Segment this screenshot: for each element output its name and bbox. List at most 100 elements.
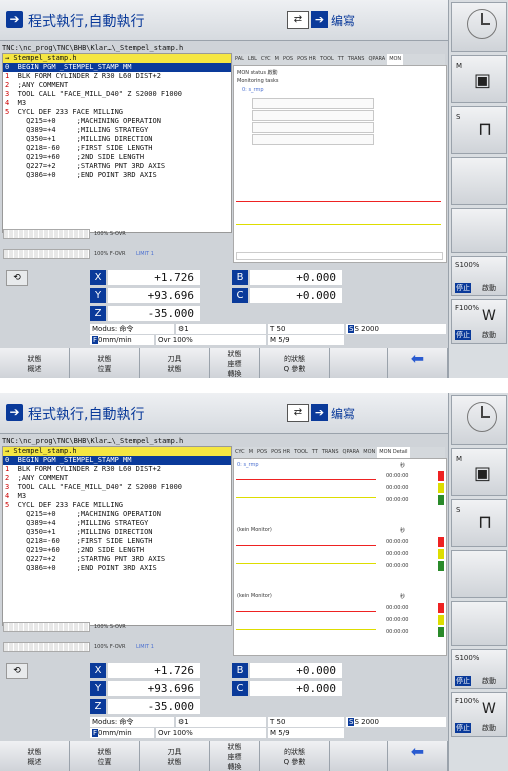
program-line[interactable]: Q218=-60 ;FIRST SIDE LENGTH [3,144,231,153]
softkey-back[interactable]: ⬅ [388,741,448,771]
tab-pos[interactable]: POS [281,54,295,65]
s-button[interactable]: S ⊓ [451,499,507,547]
program-line[interactable]: 1 BLK FORM CYLINDER Z R30 L60 DIST+2 [3,465,231,474]
program-line[interactable]: 0 BEGIN PGM _STEMPEL_STAMP MM [3,456,231,465]
program-line[interactable]: 1 BLK FORM CYLINDER Z R30 L60 DIST+2 [3,72,231,81]
indicator-green [438,561,444,571]
program-line[interactable]: Q219=+60 ;2ND SIDE LENGTH [3,546,231,555]
edit-arrow-icon[interactable]: ➔ [311,404,328,421]
program-line[interactable]: Q386=+0 ;END POINT 3RD AXIS [3,564,231,573]
reset-icon[interactable]: ⟲ [6,270,28,286]
program-line[interactable]: Q215=+0 ;MACHINING OPERATION [3,510,231,519]
program-line[interactable]: Q350=+1 ;MILLING DIRECTION [3,135,231,144]
program-line[interactable]: Q215=+0 ;MACHINING OPERATION [3,117,231,126]
program-line[interactable]: → Stempel_stamp.h [3,447,231,456]
softkey-coord-transform[interactable]: 狀態 座標 轉換 [210,348,260,378]
mode-arrow-icon[interactable]: ➔ [6,11,23,28]
side-button-empty[interactable] [451,550,507,598]
softkey-coord-transform[interactable]: 狀態 座標 轉換 [210,741,260,771]
tab-pal[interactable]: PAL [233,54,246,65]
softkey-empty[interactable] [330,741,388,771]
indicator-green [438,627,444,637]
program-line[interactable]: 5 CYCL DEF 233 FACE MILLING [3,108,231,117]
tab-cyc[interactable]: CYC [259,54,273,65]
program-line[interactable]: Q389=+4 ;MILLING STRATEGY [3,126,231,135]
softkey-q-params[interactable]: 的狀態 Q 參數 [260,348,330,378]
tab-mon-detail[interactable]: MON Detail [377,447,410,458]
axis-value: +93.696 [108,288,200,303]
start-label: 啟動 [482,284,496,292]
tab-m[interactable]: M [247,447,255,458]
tab-qpara[interactable]: QPARA [341,447,362,458]
softkey-status-overview[interactable]: 狀態 概述 [0,348,70,378]
tab-tool[interactable]: TOOL [318,54,336,65]
tab-m[interactable]: M [273,54,281,65]
toggle-icon[interactable]: ⇄ [287,404,309,422]
tab-mon[interactable]: MON [361,447,377,458]
edit-mode-label[interactable]: 编寫 [331,405,355,422]
feed-override[interactable]: F100% W 停止 啟動 [451,299,507,344]
reset-icon[interactable]: ⟲ [6,663,28,679]
tab-tool[interactable]: TOOL [292,447,310,458]
softkey-status-position[interactable]: 狀態 位置 [70,348,140,378]
program-line[interactable]: Q350=+1 ;MILLING DIRECTION [3,528,231,537]
clock-button[interactable] [451,395,507,445]
tab-lbl[interactable]: LBL [246,54,259,65]
position-display: X +1.726 Y +93.696 Z -35.000 B +0.000 C … [2,267,446,347]
program-listing[interactable]: → Stempel_stamp.h 0 BEGIN PGM _STEMPEL_S… [2,53,232,233]
program-line[interactable]: 4 M3 [3,492,231,501]
softkey-empty[interactable] [330,348,388,378]
tab-tt[interactable]: TT [336,54,346,65]
program-line[interactable]: Q386=+0 ;END POINT 3RD AXIS [3,171,231,180]
tab-tt[interactable]: TT [310,447,320,458]
m-button[interactable]: M ▣ [451,55,507,103]
monitor-name[interactable]: (kein Monitor) [237,527,272,533]
softkey-back[interactable]: ⬅ [388,348,448,378]
program-line[interactable]: 5 CYCL DEF 233 FACE MILLING [3,501,231,510]
tab-trans[interactable]: TRANS [320,447,341,458]
softkey-tool-status[interactable]: 刀具 狀態 [140,348,210,378]
softkey-status-overview[interactable]: 狀態 概述 [0,741,70,771]
program-line[interactable]: 2 ;ANY COMMENT [3,81,231,90]
program-line[interactable]: 2 ;ANY COMMENT [3,474,231,483]
tab-pos[interactable]: POS [255,447,269,458]
edit-mode-label[interactable]: 编寫 [331,12,355,29]
task-item[interactable]: 0: s_rmp [242,87,264,93]
tab-mon[interactable]: MON [387,54,404,65]
program-line[interactable]: 0 BEGIN PGM _STEMPEL_STAMP MM [3,63,231,72]
tab-trans[interactable]: TRANS [346,54,367,65]
monitor-name[interactable]: (kein Monitor) [237,593,272,599]
program-line[interactable]: Q218=-60 ;FIRST SIDE LENGTH [3,537,231,546]
softkey-status-position[interactable]: 狀態 位置 [70,741,140,771]
spindle-override[interactable]: S100% 停止 啟動 [451,256,507,296]
feed-override[interactable]: F100% W 停止 啟動 [451,692,507,737]
program-line[interactable]: 3 TOOL CALL "FACE_MILL_D40" Z S2000 F100… [3,483,231,492]
softkey-tool-status[interactable]: 刀具 狀態 [140,741,210,771]
program-listing[interactable]: → Stempel_stamp.h 0 BEGIN PGM _STEMPEL_S… [2,446,232,626]
side-button-empty[interactable] [451,157,507,205]
limit-label: LIMIT 1 [136,644,154,650]
program-line[interactable]: Q227=+2 ;STARTNG PNT 3RD AXIS [3,162,231,171]
clock-button[interactable] [451,2,507,52]
softkey-q-params[interactable]: 的狀態 Q 參數 [260,741,330,771]
program-line[interactable]: Q219=+60 ;2ND SIDE LENGTH [3,153,231,162]
s-button[interactable]: S ⊓ [451,106,507,154]
toggle-icon[interactable]: ⇄ [287,11,309,29]
side-button-empty[interactable] [451,601,507,646]
program-line[interactable]: Q389=+4 ;MILLING STRATEGY [3,519,231,528]
tab-pos-hr[interactable]: POS HR [295,54,318,65]
m-button[interactable]: M ▣ [451,448,507,496]
tab-pos-hr[interactable]: POS HR [269,447,292,458]
program-line[interactable]: Q227=+2 ;STARTNG PNT 3RD AXIS [3,555,231,564]
spindle-override[interactable]: S100% 停止 啟動 [451,649,507,689]
monitor-name[interactable]: 0: s_rmp [237,462,259,468]
tab-cyc[interactable]: CYC [233,447,247,458]
mode-arrow-icon[interactable]: ➔ [6,404,23,421]
tab-qpara[interactable]: QPARA [366,54,387,65]
program-line[interactable]: → Stempel_stamp.h [3,54,231,63]
program-line[interactable]: 3 TOOL CALL "FACE_MILL_D40" Z S2000 F100… [3,90,231,99]
edit-arrow-icon[interactable]: ➔ [311,11,328,28]
program-line[interactable]: 4 M3 [3,99,231,108]
side-button-empty[interactable] [451,208,507,253]
line-text: BLK FORM CYLINDER Z R30 L60 DIST+2 [9,465,161,473]
